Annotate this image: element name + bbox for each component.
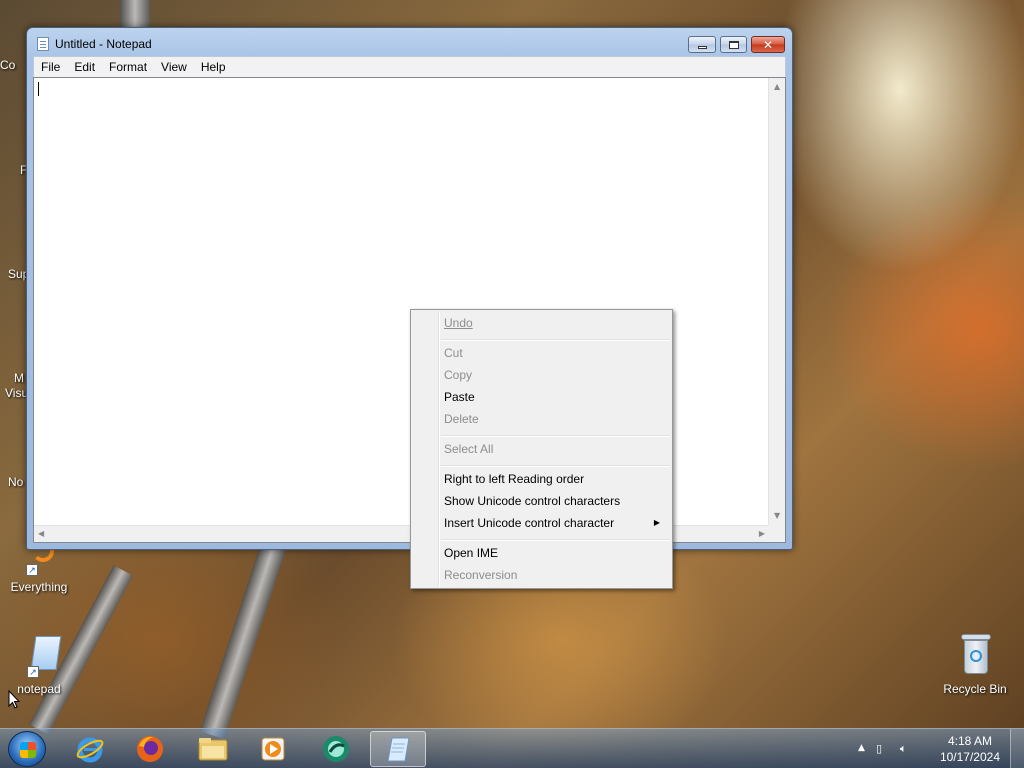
context-menu-paste[interactable]: Paste <box>444 387 670 407</box>
menu-format[interactable]: Format <box>102 60 154 74</box>
wallpaper-beam <box>199 540 287 740</box>
show-hidden-icons-icon[interactable]: ▲ <box>858 743 874 757</box>
context-menu-rtl-reading-order[interactable]: Right to left Reading order <box>444 469 670 489</box>
menu-file[interactable]: File <box>34 60 67 74</box>
scroll-right-icon[interactable]: ▶ <box>759 530 765 538</box>
notepad-icon <box>387 737 410 762</box>
app-icon <box>323 736 349 762</box>
clock-date: 10/17/2024 <box>939 750 1000 764</box>
minimize-icon <box>697 46 707 49</box>
vertical-scrollbar[interactable]: ▲ ▼ <box>768 78 785 525</box>
taskbar-firefox[interactable] <box>122 731 178 767</box>
menu-item-label: Right to left Reading order <box>444 472 585 486</box>
menu-help[interactable]: Help <box>194 60 233 74</box>
wallpaper-beam <box>120 0 150 30</box>
menu-item-label: Cut <box>444 346 463 360</box>
context-menu-show-unicode[interactable]: Show Unicode control characters <box>444 491 670 511</box>
context-menu-cut[interactable]: Cut <box>444 343 670 363</box>
menu-separator <box>441 465 670 467</box>
volume-muted-icon[interactable]: 🔈︎ <box>900 742 916 756</box>
notepad-icon <box>37 37 49 51</box>
menu-separator <box>441 539 670 541</box>
menu-item-label: Reconversion <box>444 568 518 582</box>
shortcut-arrow-icon: ↗ <box>27 666 39 678</box>
menu-item-label: Insert Unicode control character <box>444 516 615 530</box>
notepad-icon: ↗ <box>19 634 62 678</box>
context-menu-insert-unicode[interactable]: Insert Unicode control character ▶ <box>444 513 670 533</box>
taskbar-file-explorer[interactable] <box>185 731 241 767</box>
menu-bar: File Edit Format View Help <box>33 56 786 77</box>
size-grip[interactable] <box>768 525 785 542</box>
menu-item-label: Undo <box>444 316 473 330</box>
context-menu-open-ime[interactable]: Open IME <box>444 543 670 563</box>
desktop-icon-recycle-bin[interactable]: Recycle Bin <box>940 632 1010 696</box>
start-button[interactable] <box>8 731 46 767</box>
show-desktop-button[interactable] <box>1010 729 1024 768</box>
clock-time: 4:18 AM <box>947 734 992 748</box>
taskbar-notepad[interactable] <box>370 731 426 767</box>
menu-item-label: Paste <box>444 390 475 404</box>
menu-separator <box>441 339 670 341</box>
clock[interactable]: 4:18 AM 10/17/2024 <box>940 733 1000 765</box>
scroll-up-icon[interactable]: ▲ <box>774 83 780 91</box>
firefox-icon <box>137 736 163 762</box>
scroll-left-icon[interactable]: ◀ <box>38 530 44 538</box>
menu-item-label: Open IME <box>444 546 499 560</box>
maximize-button[interactable] <box>720 36 747 53</box>
menu-separator <box>441 435 670 437</box>
menu-item-label: Select All <box>444 442 494 456</box>
file-explorer-icon <box>198 738 228 761</box>
recycle-bin-icon <box>957 632 993 678</box>
maximize-icon <box>728 40 739 49</box>
menu-item-label: Copy <box>444 368 473 382</box>
desktop-icon-notepad[interactable]: ↗ notepad <box>4 634 74 696</box>
network-icon[interactable]: ▯ <box>876 742 892 756</box>
desktop-icon-label: Everything <box>10 580 68 594</box>
minimize-button[interactable] <box>688 36 716 53</box>
window-title: Untitled - Notepad <box>55 37 152 51</box>
context-menu-select-all[interactable]: Select All <box>444 439 670 459</box>
window-titlebar[interactable]: Untitled - Notepad ✕ <box>27 28 792 58</box>
text-caret <box>38 82 39 96</box>
scroll-down-icon[interactable]: ▼ <box>774 512 780 520</box>
menu-item-label: Delete <box>444 412 479 426</box>
taskbar: ▲ ▯ 🔈︎ 4:18 AM 10/17/2024 <box>0 728 1024 768</box>
system-tray: ▲ ▯ 🔈︎ 4:18 AM 10/17/2024 <box>854 729 1024 768</box>
internet-explorer-icon <box>76 737 104 763</box>
submenu-arrow-icon: ▶ <box>653 518 660 527</box>
shortcut-arrow-icon: ↗ <box>26 564 38 576</box>
taskbar-app[interactable] <box>308 731 364 767</box>
mouse-cursor-icon <box>8 690 20 709</box>
context-menu-copy[interactable]: Copy <box>444 365 670 385</box>
menu-edit[interactable]: Edit <box>67 60 102 74</box>
context-menu: Undo Cut Copy Paste Delete Select All Ri… <box>410 309 673 589</box>
taskbar-media-player[interactable] <box>245 731 301 767</box>
menu-view[interactable]: View <box>154 60 194 74</box>
context-menu-reconversion[interactable]: Reconversion <box>444 565 670 585</box>
context-menu-undo[interactable]: Undo <box>444 313 670 333</box>
close-button[interactable]: ✕ <box>751 36 785 53</box>
taskbar-internet-explorer[interactable] <box>62 731 118 767</box>
context-menu-delete[interactable]: Delete <box>444 409 670 429</box>
desktop-icon-label: Recycle Bin <box>943 682 1007 696</box>
menu-item-label: Show Unicode control characters <box>444 494 621 508</box>
media-player-icon <box>261 737 285 761</box>
close-icon: ✕ <box>762 37 774 52</box>
